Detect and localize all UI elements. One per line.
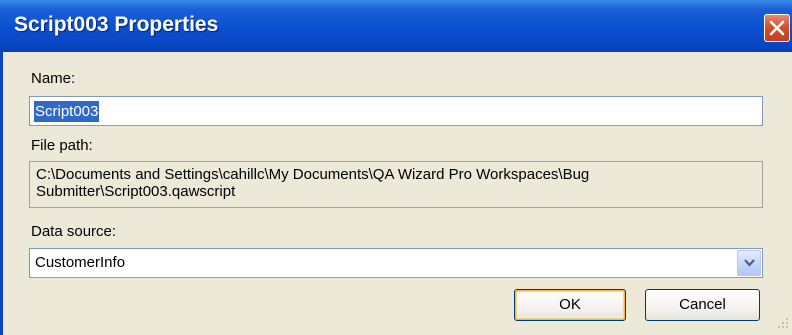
name-input-selected-text: Script003 <box>34 101 100 122</box>
dialog-title: Script003 Properties <box>14 13 219 36</box>
file-path-label: File path: <box>31 137 93 154</box>
data-source-label: Data source: <box>31 223 117 240</box>
ok-button[interactable]: OK <box>514 289 626 321</box>
resize-grip-icon[interactable] <box>774 316 790 332</box>
chevron-down-icon <box>744 259 755 267</box>
data-source-selected-value: CustomerInfo <box>35 254 126 271</box>
cancel-button[interactable]: Cancel <box>645 289 760 321</box>
data-source-dropdown-button[interactable] <box>737 250 761 276</box>
title-bar[interactable]: Script003 Properties <box>0 0 792 52</box>
close-icon <box>769 20 785 36</box>
close-button[interactable] <box>764 14 790 42</box>
properties-dialog: Script003 Properties Name: Script003 Fil… <box>0 0 792 335</box>
name-input[interactable]: Script003 <box>29 96 763 126</box>
file-path-value: C:\Documents and Settings\cahillc\My Doc… <box>29 161 763 208</box>
data-source-select[interactable]: CustomerInfo <box>29 248 763 278</box>
name-label: Name: <box>31 70 76 87</box>
